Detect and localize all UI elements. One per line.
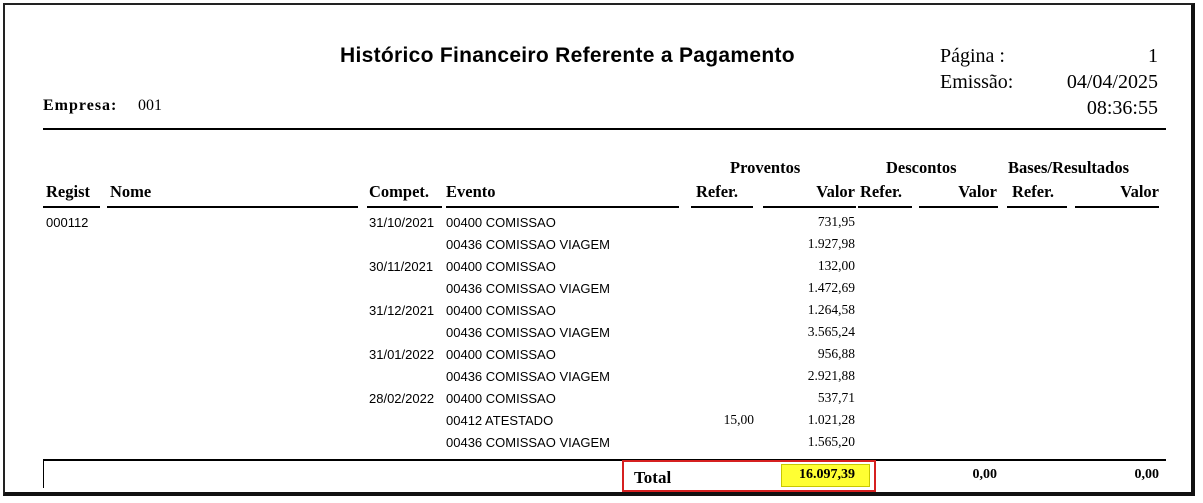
row-valor: 1.565,20 bbox=[807, 434, 855, 449]
row-evento: 00436 COMISSAO VIAGEM bbox=[446, 325, 611, 340]
row-evento: 00400 COMISSAO bbox=[446, 391, 556, 406]
totals-divider bbox=[43, 459, 1166, 461]
underline-refer-proventos bbox=[691, 206, 753, 208]
row-evento: 00436 COMISSAO VIAGEM bbox=[446, 237, 611, 252]
row-valor: 1.927,98 bbox=[807, 236, 855, 251]
underline-valor-descontos bbox=[919, 206, 998, 208]
row-evento: 00436 COMISSAO VIAGEM bbox=[446, 369, 611, 384]
underline-regist bbox=[43, 206, 100, 208]
row-valor: 3.565,24 bbox=[807, 324, 855, 339]
total-descontos: 0,00 bbox=[972, 467, 998, 482]
row-evento: 00412 ATESTADO bbox=[446, 413, 554, 428]
row-compet: 31/12/2021 bbox=[369, 303, 435, 318]
row-evento: 00400 COMISSAO bbox=[446, 259, 556, 274]
row-compet: 30/11/2021 bbox=[369, 259, 434, 274]
underline-nome bbox=[107, 206, 358, 208]
column-header-refer-bases: Refer. bbox=[1012, 182, 1054, 201]
underline-refer-descontos bbox=[858, 206, 912, 208]
column-header-nome: Nome bbox=[110, 182, 152, 201]
column-header-valor-bases: Valor bbox=[1120, 182, 1159, 201]
issue-date: 04/04/2025 bbox=[1066, 71, 1158, 93]
row-valor: 731,95 bbox=[817, 214, 855, 229]
row-refer: 15,00 bbox=[723, 412, 754, 427]
row-evento: 00400 COMISSAO bbox=[446, 215, 556, 230]
underline-refer-bases bbox=[1007, 206, 1067, 208]
registro-code: 000112 bbox=[46, 215, 89, 230]
column-header-refer-descontos: Refer. bbox=[860, 182, 902, 201]
issue-label: Emissão: bbox=[940, 71, 1014, 93]
row-evento: 00400 COMISSAO bbox=[446, 303, 556, 318]
row-evento: 00436 COMISSAO VIAGEM bbox=[446, 435, 611, 450]
company-label: Empresa: bbox=[43, 97, 118, 114]
row-evento: 00436 COMISSAO VIAGEM bbox=[446, 281, 611, 296]
column-header-valor-proventos: Valor bbox=[816, 182, 855, 201]
row-compet: 31/01/2022 bbox=[369, 347, 435, 362]
underline-valor-proventos bbox=[763, 206, 856, 208]
header-divider bbox=[43, 128, 1166, 130]
group-header-descontos: Descontos bbox=[886, 158, 957, 177]
group-header-bases: Bases/Resultados bbox=[1008, 158, 1130, 177]
report-title: Histórico Financeiro Referente a Pagamen… bbox=[340, 44, 795, 67]
column-header-evento: Evento bbox=[446, 182, 496, 201]
column-header-compet: Compet. bbox=[369, 182, 430, 201]
column-header-refer-proventos: Refer. bbox=[696, 182, 738, 201]
left-border-line bbox=[43, 460, 44, 488]
row-valor: 537,71 bbox=[817, 390, 855, 405]
row-valor: 2.921,88 bbox=[807, 368, 855, 383]
underline-evento bbox=[446, 206, 679, 208]
row-valor: 1.472,69 bbox=[807, 280, 855, 295]
total-bases: 0,00 bbox=[1134, 467, 1160, 482]
column-header-valor-descontos: Valor bbox=[958, 182, 997, 201]
issue-time: 08:36:55 bbox=[1086, 97, 1158, 119]
row-compet: 31/10/2021 bbox=[369, 215, 435, 230]
row-compet: 28/02/2022 bbox=[369, 391, 435, 406]
row-valor: 1.021,28 bbox=[807, 412, 855, 427]
total-label: Total bbox=[634, 468, 672, 487]
underline-compet bbox=[367, 206, 442, 208]
underline-valor-bases bbox=[1075, 206, 1159, 208]
company-code: 001 bbox=[138, 97, 162, 114]
row-valor: 1.264,58 bbox=[807, 302, 855, 317]
page-number: 1 bbox=[1148, 45, 1158, 67]
row-evento: 00400 COMISSAO bbox=[446, 347, 556, 362]
row-valor: 956,88 bbox=[817, 346, 855, 361]
page-label: Página : bbox=[940, 45, 1005, 67]
column-header-regist: Regist bbox=[46, 182, 90, 201]
total-proventos: 16.097,39 bbox=[799, 467, 855, 482]
row-valor: 132,00 bbox=[817, 258, 855, 273]
group-header-proventos: Proventos bbox=[730, 158, 801, 177]
